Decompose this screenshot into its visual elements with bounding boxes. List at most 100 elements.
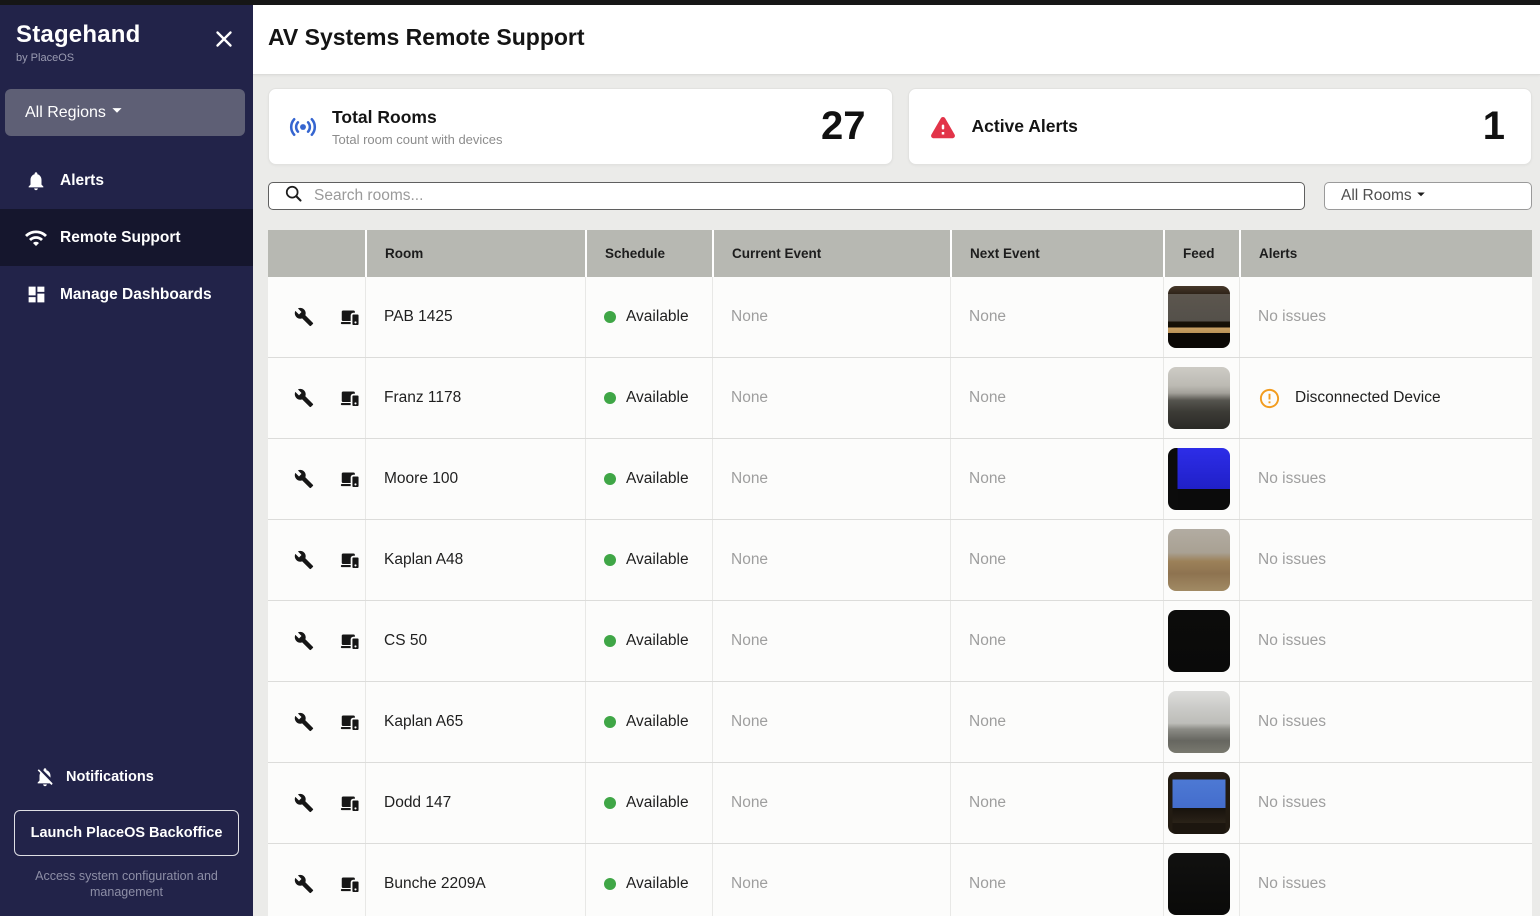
devices-icon[interactable] <box>340 469 360 489</box>
feed-thumbnail[interactable] <box>1168 286 1230 348</box>
search-box <box>268 182 1305 210</box>
devices-icon[interactable] <box>340 550 360 570</box>
table-row: Kaplan A65 Available None None No issues <box>268 682 1532 763</box>
column-header-schedule: Schedule <box>585 230 712 277</box>
devices-icon[interactable] <box>340 793 360 813</box>
devices-icon[interactable] <box>340 388 360 408</box>
configure-wrench-icon[interactable] <box>294 712 314 732</box>
page-header: AV Systems Remote Support <box>253 0 1540 75</box>
next-event: None <box>969 713 1006 731</box>
feed-thumbnail[interactable] <box>1168 610 1230 672</box>
chevron-down-icon <box>106 99 128 126</box>
rooms-filter-value: All Rooms <box>1341 187 1412 205</box>
room-name: CS 50 <box>384 632 427 650</box>
total-rooms-title: Total Rooms <box>332 107 503 128</box>
schedule-status: Available <box>626 470 689 488</box>
current-event: None <box>731 875 768 893</box>
app-subtitle: by PlaceOS <box>16 52 237 64</box>
configure-wrench-icon[interactable] <box>294 469 314 489</box>
devices-icon[interactable] <box>340 712 360 732</box>
sidebar-item-manage-dashboards[interactable]: Manage Dashboards <box>0 266 253 323</box>
rooms-table: Room Schedule Current Event Next Event F… <box>268 230 1532 916</box>
available-status-dot <box>604 716 616 728</box>
current-event: None <box>731 713 768 731</box>
next-event: None <box>969 389 1006 407</box>
available-status-dot <box>604 797 616 809</box>
sidebar-item-label: Alerts <box>60 172 104 190</box>
schedule-status: Available <box>626 794 689 812</box>
column-header-feed: Feed <box>1163 230 1239 277</box>
current-event: None <box>731 794 768 812</box>
next-event: None <box>969 551 1006 569</box>
table-row: Moore 100 Available None None No issues <box>268 439 1532 520</box>
disconnected-warning-icon <box>1258 387 1281 410</box>
column-header-tools <box>268 230 365 277</box>
backoffice-caption: Access system configuration and manageme… <box>14 868 239 900</box>
column-header-current-event: Current Event <box>712 230 950 277</box>
bell-icon <box>24 169 48 193</box>
wireless-signal-icon <box>287 111 319 143</box>
feed-thumbnail[interactable] <box>1168 448 1230 510</box>
table-header-row: Room Schedule Current Event Next Event F… <box>268 230 1532 277</box>
table-row: CS 50 Available None None No issues <box>268 601 1532 682</box>
dashboard-icon <box>24 283 48 307</box>
configure-wrench-icon[interactable] <box>294 793 314 813</box>
sidebar-item-label: Remote Support <box>60 229 181 247</box>
sidebar: Stagehand by PlaceOS All Regions Alerts <box>0 0 253 916</box>
available-status-dot <box>604 878 616 890</box>
schedule-status: Available <box>626 713 689 731</box>
feed-thumbnail[interactable] <box>1168 367 1230 429</box>
alert-text: No issues <box>1258 551 1326 569</box>
feed-thumbnail[interactable] <box>1168 853 1230 915</box>
active-alerts-title: Active Alerts <box>972 116 1078 137</box>
feed-thumbnail[interactable] <box>1168 691 1230 753</box>
close-icon <box>211 26 237 57</box>
configure-wrench-icon[interactable] <box>294 550 314 570</box>
schedule-status: Available <box>626 632 689 650</box>
alert-text: No issues <box>1258 794 1326 812</box>
notifications-toggle[interactable]: Notifications <box>0 766 253 788</box>
room-name: Moore 100 <box>384 470 458 488</box>
schedule-status: Available <box>626 308 689 326</box>
rooms-filter-select[interactable]: All Rooms <box>1324 182 1532 210</box>
devices-icon[interactable] <box>340 874 360 894</box>
search-input[interactable] <box>314 187 1290 205</box>
current-event: None <box>731 551 768 569</box>
current-event: None <box>731 632 768 650</box>
alert-text: No issues <box>1258 713 1326 731</box>
configure-wrench-icon[interactable] <box>294 874 314 894</box>
region-selector[interactable]: All Regions <box>5 89 245 136</box>
region-selector-value: All Regions <box>25 104 106 122</box>
devices-icon[interactable] <box>340 631 360 651</box>
sidebar-item-alerts[interactable]: Alerts <box>0 152 253 209</box>
table-row: Kaplan A48 Available None None No issues <box>268 520 1532 601</box>
room-name: PAB 1425 <box>384 308 453 326</box>
available-status-dot <box>604 554 616 566</box>
main-content: AV Systems Remote Support Total Rooms To… <box>253 0 1540 916</box>
next-event: None <box>969 794 1006 812</box>
alert-text: No issues <box>1258 308 1326 326</box>
close-sidebar-button[interactable] <box>209 26 239 56</box>
room-name: Kaplan A48 <box>384 551 463 569</box>
schedule-status: Available <box>626 875 689 893</box>
page-title: AV Systems Remote Support <box>268 24 1540 51</box>
feed-thumbnail[interactable] <box>1168 772 1230 834</box>
configure-wrench-icon[interactable] <box>294 388 314 408</box>
room-name: Kaplan A65 <box>384 713 463 731</box>
configure-wrench-icon[interactable] <box>294 307 314 327</box>
table-row: Franz 1178 Available None None Disconnec… <box>268 358 1532 439</box>
schedule-status: Available <box>626 551 689 569</box>
available-status-dot <box>604 635 616 647</box>
sidebar-item-remote-support[interactable]: Remote Support <box>0 209 253 266</box>
configure-wrench-icon[interactable] <box>294 631 314 651</box>
devices-icon[interactable] <box>340 307 360 327</box>
active-alerts-card: Active Alerts 1 <box>908 88 1533 165</box>
active-alerts-value: 1 <box>1483 104 1505 149</box>
column-header-next-event: Next Event <box>950 230 1163 277</box>
schedule-status: Available <box>626 389 689 407</box>
total-rooms-value: 27 <box>821 104 866 149</box>
alert-text: No issues <box>1258 875 1326 893</box>
window-top-edge <box>0 0 1540 5</box>
launch-backoffice-button[interactable]: Launch PlaceOS Backoffice <box>14 810 239 856</box>
feed-thumbnail[interactable] <box>1168 529 1230 591</box>
